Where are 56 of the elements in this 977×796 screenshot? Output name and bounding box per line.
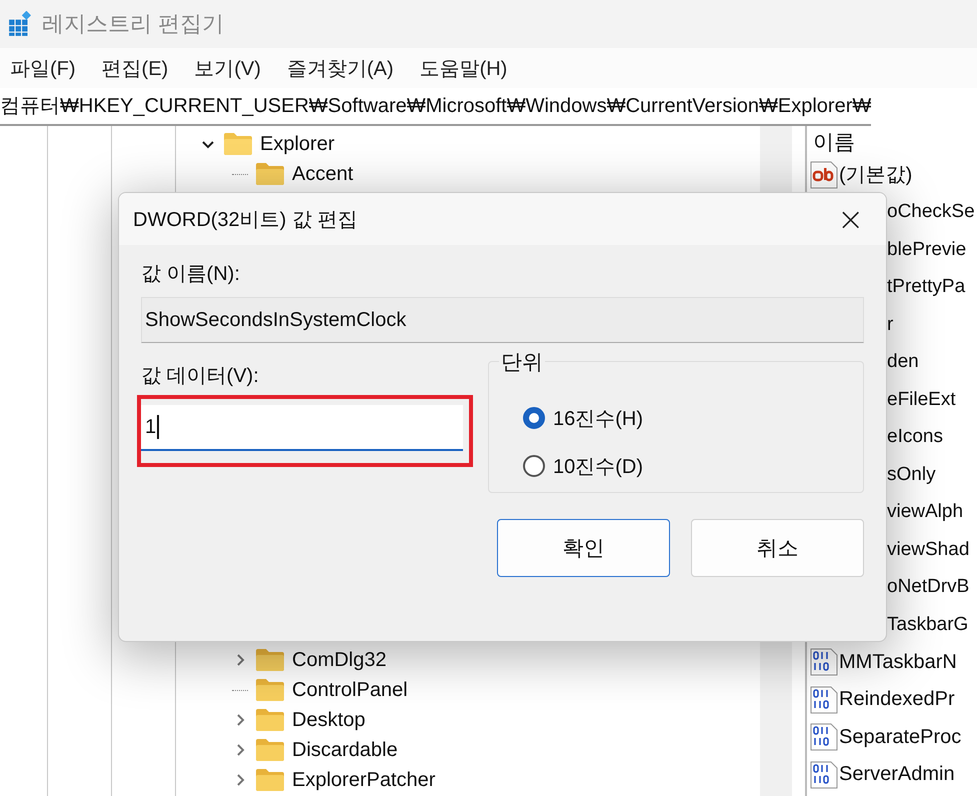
binary-value-icon <box>809 723 839 752</box>
value-name[interactable]: oNetDrvB <box>887 576 970 598</box>
field-label: 값 데이터(V): <box>141 364 260 389</box>
folder-icon <box>256 709 284 731</box>
tree-item[interactable]: Accent <box>0 159 760 189</box>
value-name[interactable]: TaskbarG <box>887 614 968 636</box>
value-name[interactable]: blePrevie <box>887 238 966 261</box>
tree-item[interactable]: ComDlg32 <box>0 645 760 675</box>
value-name[interactable]: MMTaskbarN <box>839 650 957 674</box>
string-value-icon <box>809 160 839 189</box>
folder-icon <box>256 163 284 185</box>
folder-icon <box>256 769 284 791</box>
folder-icon <box>224 133 252 155</box>
value-name[interactable]: viewAlph <box>887 501 964 524</box>
value-name[interactable]: (기본값) <box>839 161 912 188</box>
tree-item[interactable]: Discardable <box>0 735 760 765</box>
value-name[interactable]: r <box>887 314 894 336</box>
field-label: 값 이름(N): <box>141 262 241 287</box>
folder-icon <box>256 739 284 761</box>
radio-button[interactable] <box>523 407 545 429</box>
value-name[interactable]: viewShad <box>887 538 970 561</box>
folder-icon <box>256 649 284 671</box>
value-data-field[interactable]: 1 <box>141 405 463 451</box>
column-header[interactable]: 이름 <box>809 126 977 156</box>
value-name[interactable]: ReindexedPr <box>839 688 955 712</box>
menu-item[interactable]: 즐겨찾기(A) <box>278 54 402 82</box>
value-name[interactable]: den <box>887 351 919 374</box>
menu-item[interactable]: 편집(E) <box>94 54 176 82</box>
close-button[interactable]: × <box>829 200 872 238</box>
registry-editor-icon <box>8 11 34 37</box>
value-name[interactable]: eIcons <box>887 426 943 448</box>
value-name[interactable]: eFileExt <box>887 388 956 411</box>
menu-item[interactable]: 도움말(H) <box>412 54 516 82</box>
radio-button[interactable] <box>523 455 545 477</box>
cancel-button[interactable]: 취소 <box>691 519 864 577</box>
radio-label[interactable]: 16진수(H) <box>553 404 644 432</box>
binary-value-icon <box>809 686 839 714</box>
value-name[interactable]: tPrettyPa <box>887 276 966 298</box>
radio-label[interactable]: 10진수(D) <box>553 452 644 480</box>
dialog-title: DWORD(32비트) 값 편집 <box>133 208 358 232</box>
binary-value-icon <box>809 648 839 676</box>
value-name-field[interactable]: ShowSecondsInSystemClock <box>141 297 864 343</box>
value-name[interactable]: sOnly <box>887 464 936 486</box>
tree-item[interactable]: Desktop <box>0 705 760 735</box>
value-name[interactable]: SeparateProc <box>839 726 962 749</box>
tree-item[interactable]: Explorer <box>0 129 760 159</box>
value-name[interactable]: ServerAdmin <box>839 763 955 786</box>
value-name[interactable]: oCheckSe <box>887 201 975 224</box>
tree-item[interactable]: ControlPanel <box>0 675 760 705</box>
window-title: 레지스트리 편집기 <box>42 10 224 38</box>
binary-value-icon <box>809 760 839 789</box>
folder-icon <box>256 679 284 701</box>
menu-item[interactable]: 보기(V) <box>186 54 269 82</box>
ok-button[interactable]: 확인 <box>497 519 670 577</box>
menu-item[interactable]: 파일(F) <box>2 54 84 82</box>
tree-item[interactable]: ExplorerPatcher <box>0 765 760 795</box>
